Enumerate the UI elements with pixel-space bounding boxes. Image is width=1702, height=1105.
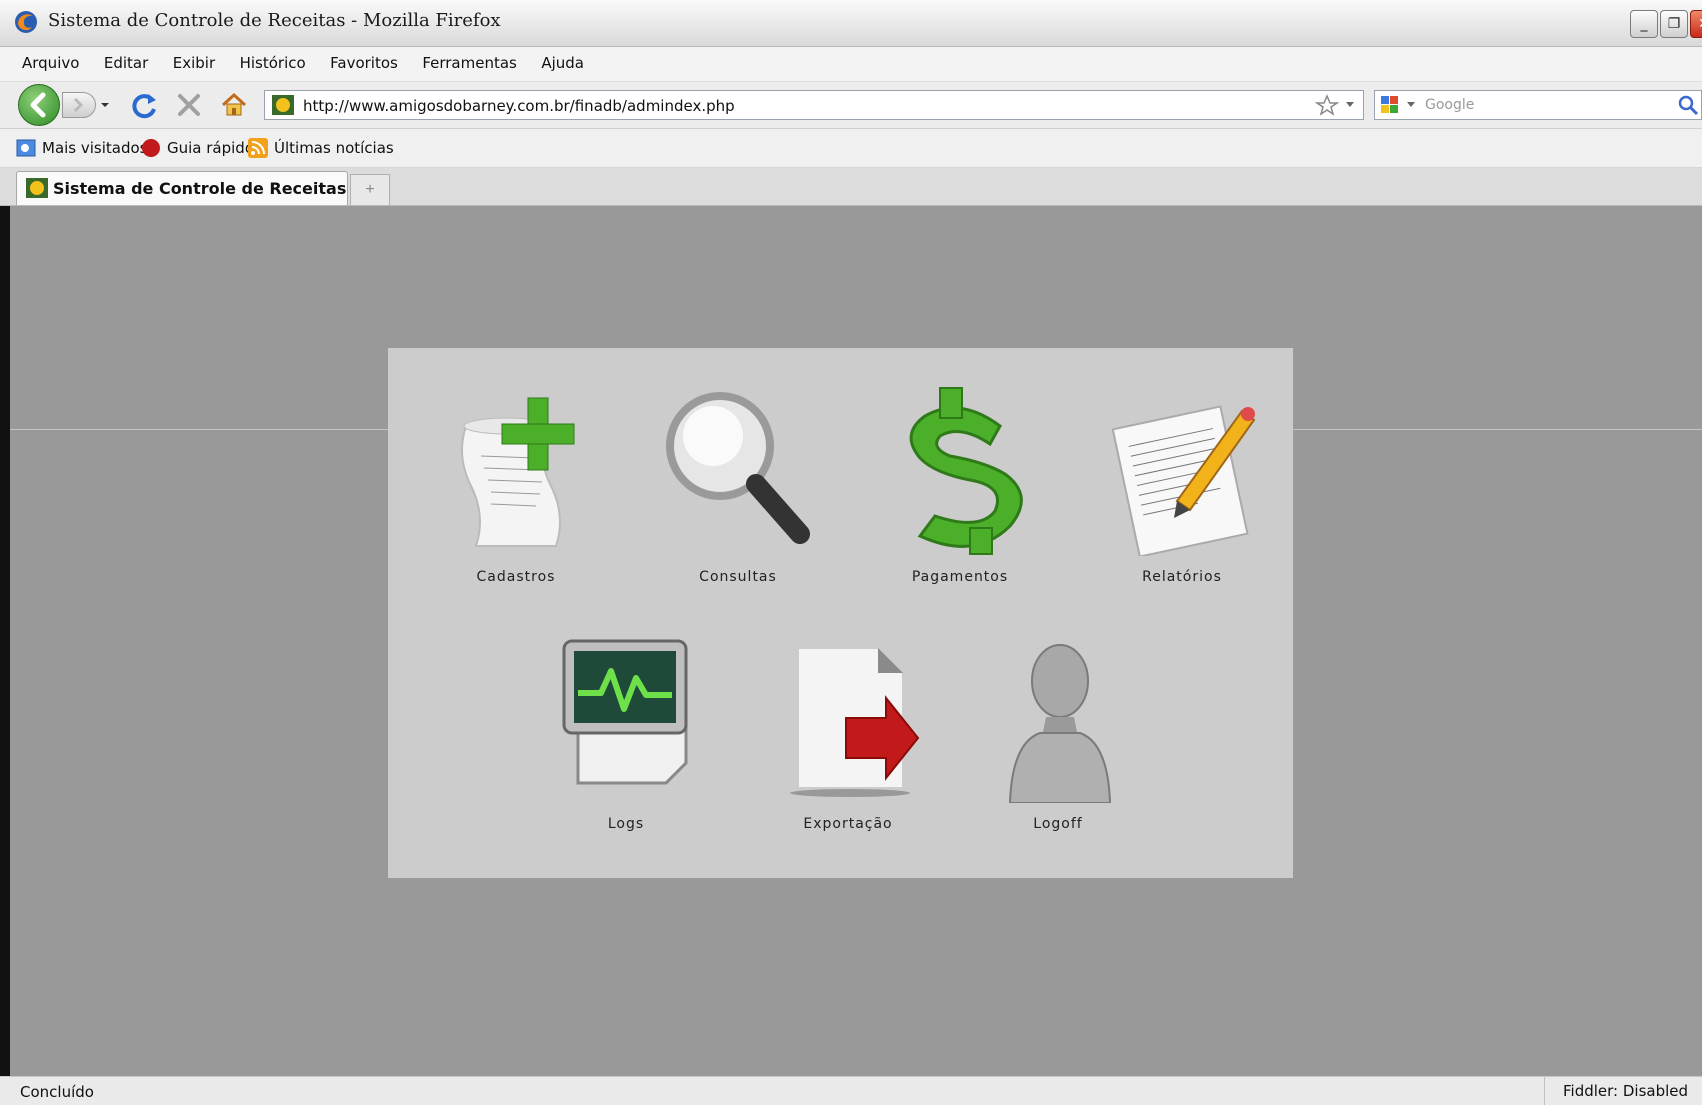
dollar-icon — [909, 387, 1023, 555]
url-dropdown-icon[interactable] — [1345, 101, 1355, 109]
report-pencil-icon — [1111, 405, 1256, 556]
tab-bar: Sistema de Controle de Receitas + — [0, 168, 1702, 206]
menu-exibir[interactable]: Exibir — [173, 54, 215, 72]
back-button[interactable] — [18, 84, 60, 126]
most-visited-icon — [16, 139, 36, 157]
reload-icon[interactable] — [130, 90, 160, 120]
rss-feed-icon — [248, 138, 268, 158]
tile-label: Relatórios — [1142, 569, 1222, 585]
tile-consultas[interactable]: Consultas — [638, 386, 838, 596]
site-favicon-icon — [272, 95, 294, 115]
new-tab-button[interactable]: + — [350, 174, 390, 205]
quick-guide-icon — [142, 139, 160, 157]
engine-dropdown-icon[interactable] — [1407, 102, 1415, 108]
forward-button[interactable] — [62, 92, 96, 118]
tile-label: Pagamentos — [911, 569, 1009, 585]
url-text: http://www.amigosdobarney.com.br/finadb/… — [303, 97, 735, 115]
address-bar[interactable]: http://www.amigosdobarney.com.br/finadb/… — [264, 90, 1364, 120]
tile-pagamentos[interactable]: Pagamentos — [860, 386, 1060, 596]
minimize-button[interactable]: _ — [1630, 10, 1658, 38]
admin-menu-panel: Cadastros Consultas Pagamentos Relatório… — [388, 348, 1293, 878]
menu-ferramentas[interactable]: Ferramentas — [422, 54, 517, 72]
window-title: Sistema de Controle de Receitas - Mozill… — [48, 10, 501, 31]
export-arrow-icon — [790, 647, 920, 797]
tab-sistema-controle-receitas[interactable]: Sistema de Controle de Receitas — [16, 171, 348, 205]
restore-button[interactable]: ❐ — [1660, 10, 1688, 38]
menu-favoritos[interactable]: Favoritos — [330, 54, 398, 72]
monitor-log-icon — [562, 639, 688, 785]
bookmark-guia-rapido[interactable]: Guia rápido — [167, 139, 254, 157]
tile-label: Logoff — [1033, 816, 1083, 832]
magnifier-icon — [666, 392, 810, 544]
search-bar[interactable]: Google — [1374, 90, 1702, 120]
menu-ajuda[interactable]: Ajuda — [541, 54, 584, 72]
bookmark-mais-visitados[interactable]: Mais visitados — [42, 139, 148, 157]
google-engine-icon[interactable] — [1379, 94, 1405, 116]
navigation-toolbar: http://www.amigosdobarney.com.br/finadb/… — [0, 82, 1702, 129]
menu-bar: Arquivo Editar Exibir Histórico Favorito… — [0, 47, 1702, 82]
close-button[interactable]: ✕ — [1690, 10, 1702, 38]
tile-cadastros[interactable]: Cadastros — [416, 386, 616, 596]
fiddler-status[interactable]: Fiddler: Disabled — [1544, 1077, 1689, 1105]
tile-label: Consultas — [699, 569, 777, 585]
title-bar: Sistema de Controle de Receitas - Mozill… — [0, 0, 1702, 47]
scroll-add-icon — [461, 397, 575, 547]
status-text: Concluído — [20, 1083, 94, 1101]
menu-editar[interactable]: Editar — [104, 54, 148, 72]
tile-exportacao[interactable]: Exportação — [748, 633, 948, 843]
home-icon[interactable] — [220, 91, 248, 119]
menu-historico[interactable]: Histórico — [240, 54, 306, 72]
search-icon[interactable] — [1677, 94, 1699, 116]
tab-favicon-icon — [26, 178, 48, 198]
tile-label: Cadastros — [476, 569, 556, 585]
back-arrow-icon — [30, 92, 46, 118]
stop-icon[interactable] — [175, 91, 203, 119]
tile-logoff[interactable]: Logoff — [958, 633, 1158, 843]
tile-label: Exportação — [803, 816, 893, 832]
menu-arquivo[interactable]: Arquivo — [22, 54, 79, 72]
tile-label: Logs — [607, 816, 645, 832]
forward-arrow-icon — [73, 97, 84, 113]
search-placeholder: Google — [1425, 97, 1475, 113]
history-dropdown-icon[interactable] — [100, 100, 110, 110]
user-bust-icon — [1008, 644, 1112, 803]
tile-relatorios[interactable]: Relatórios — [1082, 386, 1282, 596]
bookmark-star-icon[interactable] — [1315, 94, 1339, 116]
bookmark-ultimas-noticias[interactable]: Últimas notícias — [274, 139, 394, 157]
firefox-icon — [15, 11, 37, 33]
browser-window: Sistema de Controle de Receitas - Mozill… — [0, 0, 1702, 1105]
status-bar: Concluído Fiddler: Disabled — [0, 1076, 1702, 1105]
tab-label: Sistema de Controle de Receitas — [53, 179, 347, 198]
bookmarks-toolbar: Mais visitados Guia rápido Últimas notíc… — [0, 129, 1702, 168]
tile-logs[interactable]: Logs — [526, 633, 726, 843]
